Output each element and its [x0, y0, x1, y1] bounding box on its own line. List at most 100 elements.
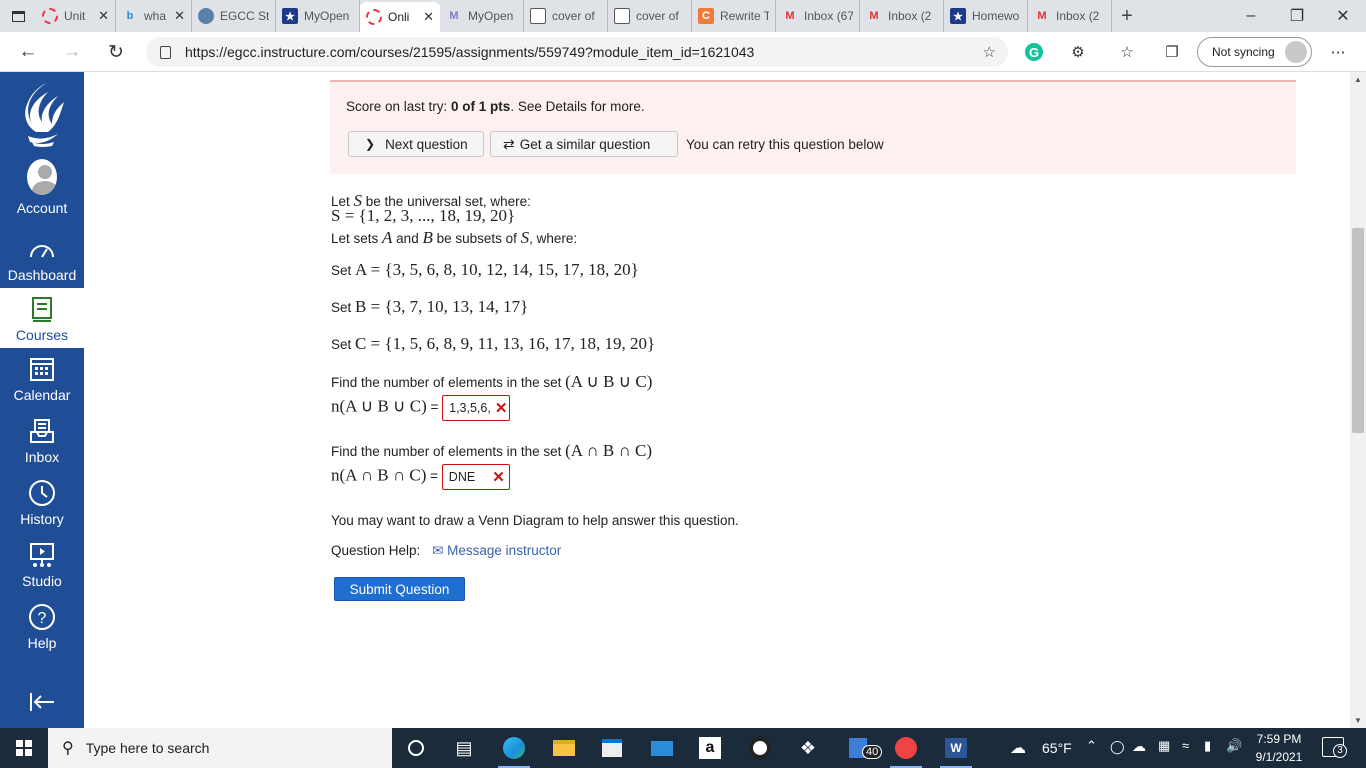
nav-help[interactable]: ? Help: [0, 602, 84, 662]
add-favorite-icon[interactable]: ☆: [983, 43, 996, 61]
intersection-answer-input[interactable]: DNE ✕: [441, 464, 510, 490]
nav-account-label: Account: [16, 200, 68, 216]
nav-calendar[interactable]: Calendar: [0, 354, 84, 414]
intersection-answer-value: DNE: [448, 470, 476, 484]
clock-time: 7:59 PM: [1256, 732, 1302, 746]
word-icon[interactable]: W: [932, 728, 980, 768]
set-word: Set: [331, 300, 356, 315]
browser-tab[interactable]: M Inbox (2: [860, 0, 944, 32]
school-logo-icon[interactable]: [18, 80, 66, 148]
notification-badge-app-icon[interactable]: 40: [834, 728, 883, 768]
message-instructor-link[interactable]: Message instructor: [447, 543, 561, 558]
app-badge-count: 40: [862, 745, 883, 759]
tray-app-icon[interactable]: ◯: [1110, 739, 1125, 755]
weather-temp[interactable]: 65°F: [1042, 740, 1072, 756]
union-answer-row: n(A ∪ B ∪ C) = 1,3,5,6, ✕: [331, 395, 511, 421]
browser-tab[interactable]: M MyOpen: [440, 0, 524, 32]
extensions-icon[interactable]: ⚙: [1066, 40, 1090, 64]
profile-sync-button[interactable]: Not syncing: [1197, 37, 1312, 67]
universal-set: S = {1, 2, 3, ..., 18, 19, 20}: [331, 206, 516, 225]
tab-actions-icon[interactable]: [0, 0, 36, 32]
browser-tab[interactable]: cover of: [608, 0, 692, 32]
collections-icon[interactable]: ❐: [1160, 40, 1184, 64]
union-answer-input[interactable]: 1,3,5,6, ✕: [442, 395, 511, 421]
more-menu-icon[interactable]: ⋯: [1326, 40, 1350, 64]
subsets-intro: Let sets A and B be subsets of S, where:: [331, 228, 577, 248]
weather-cloud-icon[interactable]: ☁: [1010, 738, 1026, 758]
browser-tab[interactable]: M Inbox (2: [1028, 0, 1112, 32]
favorites-icon[interactable]: ☆: [1115, 40, 1139, 64]
system-clock[interactable]: 7:59 PM 9/1/2021: [1244, 730, 1314, 766]
windows-start-icon[interactable]: [0, 728, 48, 768]
nav-studio[interactable]: Studio: [0, 540, 84, 600]
find-text: Find the number of elements in the set: [331, 444, 566, 459]
intersection-answer-row: n(A ∩ B ∩ C) = DNE ✕: [331, 464, 510, 490]
tray-overflow-icon[interactable]: ⌃: [1086, 738, 1097, 754]
wifi-icon[interactable]: ≈: [1182, 738, 1189, 753]
action-center-icon[interactable]: 3: [1322, 737, 1347, 758]
dashboard-icon: [27, 234, 57, 264]
restore-icon[interactable]: ❐: [1274, 0, 1320, 32]
app-circle-icon[interactable]: [736, 728, 784, 768]
browser-tab[interactable]: Unit ✕: [36, 0, 116, 32]
close-tab-icon[interactable]: ✕: [98, 8, 109, 24]
battery-icon[interactable]: ▮: [1204, 738, 1211, 754]
bing-icon: b: [126, 10, 134, 22]
minimize-icon[interactable]: –: [1228, 0, 1274, 32]
nav-courses[interactable]: Courses: [0, 288, 84, 348]
rewrite-icon: C: [698, 8, 714, 24]
edge-browser-icon[interactable]: [490, 728, 538, 768]
nav-account[interactable]: Account: [0, 159, 84, 222]
file-explorer-icon[interactable]: [540, 728, 588, 768]
refresh-icon[interactable]: ↻: [102, 38, 130, 66]
mail-icon[interactable]: [638, 728, 686, 768]
collapse-nav-icon[interactable]: [28, 690, 56, 714]
nav-inbox[interactable]: Inbox: [0, 416, 84, 476]
scroll-down-icon[interactable]: ▼: [1350, 716, 1366, 725]
browser-tab[interactable]: EGCC St: [192, 0, 276, 32]
next-question-button[interactable]: ❯ Next question: [348, 131, 484, 157]
browser-tab[interactable]: M Inbox (67: [776, 0, 860, 32]
url-field[interactable]: https://egcc.instructure.com/courses/215…: [146, 37, 1008, 67]
onedrive-icon[interactable]: ☁: [1132, 738, 1146, 755]
browser-tab[interactable]: ★ Homewo: [944, 0, 1028, 32]
submit-question-button[interactable]: Submit Question: [334, 577, 465, 601]
retry-text: You can retry this question below: [686, 137, 884, 152]
close-tab-icon[interactable]: ✕: [423, 9, 434, 25]
browser-tab-label: Inbox (67: [804, 9, 853, 23]
volume-icon[interactable]: 🔊: [1226, 738, 1242, 754]
nav-dashboard[interactable]: Dashboard: [0, 234, 84, 294]
browser-tab[interactable]: ★ MyOpen: [276, 0, 360, 32]
browser-tab[interactable]: Onli ✕: [360, 2, 440, 32]
new-tab-button[interactable]: +: [1112, 5, 1142, 28]
similar-question-button[interactable]: ⇄ Get a similar question: [490, 131, 678, 157]
back-icon[interactable]: ←: [14, 38, 42, 66]
store-icon[interactable]: [588, 728, 636, 768]
star-icon: ★: [950, 8, 966, 24]
browser-tab[interactable]: cover of: [524, 0, 608, 32]
browser-tab[interactable]: C Rewrite T: [692, 0, 776, 32]
grammarly-icon[interactable]: G: [1025, 43, 1043, 61]
page-scrollbar[interactable]: ▲ ▼: [1350, 72, 1366, 728]
myopen-m-icon: M: [449, 10, 459, 22]
tray-display-icon[interactable]: ▦: [1158, 738, 1170, 754]
set-b-value: B = {3, 7, 10, 13, 14, 17}: [355, 297, 529, 316]
spinner-icon: [42, 8, 58, 24]
studio-icon: [27, 540, 57, 570]
close-window-icon[interactable]: ✕: [1320, 0, 1366, 32]
close-tab-icon[interactable]: ✕: [174, 8, 185, 24]
scrollbar-thumb[interactable]: [1352, 228, 1364, 433]
browser-tab[interactable]: b wha ✕: [116, 0, 192, 32]
set-word: Set: [331, 337, 356, 352]
union-label: n(A ∪ B ∪ C): [331, 396, 427, 416]
cortana-icon[interactable]: [392, 728, 440, 768]
nav-history[interactable]: History: [0, 478, 84, 538]
task-view-icon[interactable]: ▤: [440, 728, 488, 768]
scroll-up-icon[interactable]: ▲: [1350, 75, 1366, 84]
dropbox-icon[interactable]: ❖: [784, 728, 832, 768]
amazon-icon[interactable]: a: [686, 728, 734, 768]
subsets-text-2: be subsets of: [432, 231, 521, 246]
red-app-icon[interactable]: [882, 728, 930, 768]
taskbar-search-field[interactable]: ⚲ Type here to search: [48, 728, 392, 768]
score-value: 0 of 1 pts: [451, 99, 511, 114]
